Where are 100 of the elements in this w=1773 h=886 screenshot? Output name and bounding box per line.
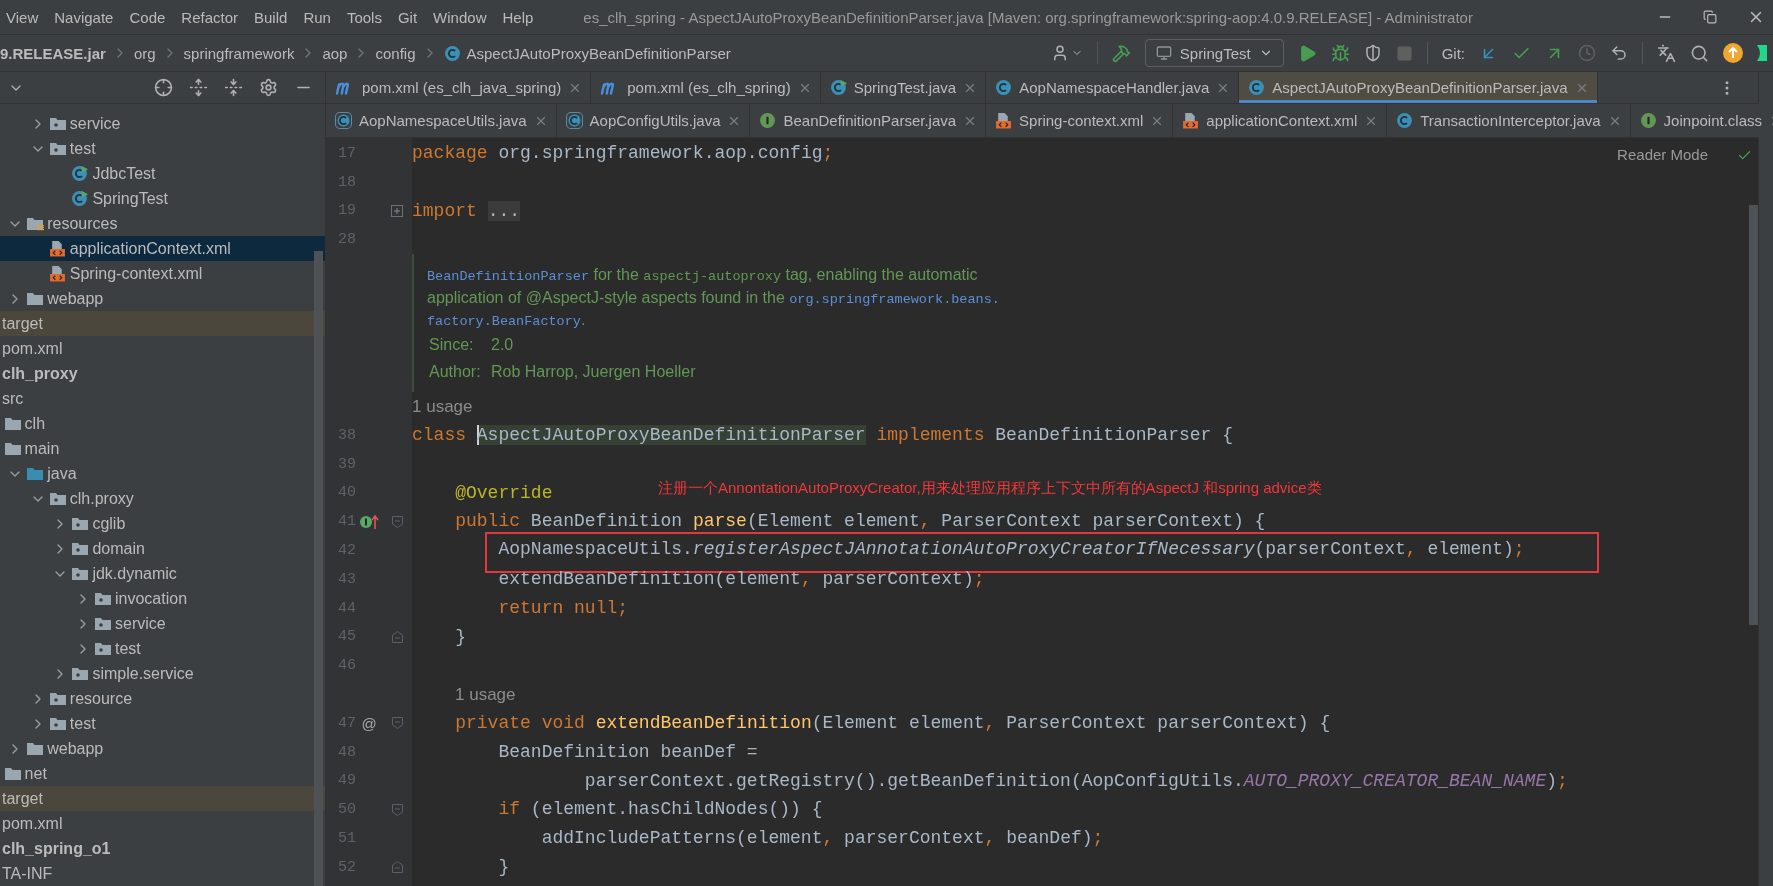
fold-icon[interactable] xyxy=(391,515,403,528)
tree-item[interactable]: test xyxy=(0,136,325,161)
package-icon xyxy=(94,641,112,656)
package-icon xyxy=(48,116,67,131)
tree-item[interactable]: net xyxy=(0,761,325,786)
menu-item[interactable]: Window xyxy=(425,8,495,26)
tree-item[interactable]: clh_spring_o1 xyxy=(0,836,325,861)
menu-item[interactable]: Refactor xyxy=(173,8,246,26)
update-icon[interactable] xyxy=(1723,43,1743,63)
folder-icon xyxy=(3,416,22,431)
folder-icon xyxy=(26,216,45,231)
tree-item[interactable]: pom.xml xyxy=(0,811,325,836)
shield-icon[interactable] xyxy=(1363,44,1382,62)
tree-item[interactable]: service xyxy=(0,611,325,636)
code-line: private void extendBeanDefinition(Element element, ParserContext parserContext) { xyxy=(455,712,1331,733)
tree-label: invocation xyxy=(115,589,188,608)
tree-item[interactable]: test xyxy=(0,711,325,736)
tree-item[interactable]: simple.service xyxy=(0,661,325,686)
package-icon xyxy=(71,566,90,581)
menu-item[interactable]: Tools xyxy=(338,8,390,26)
code-line: import ... xyxy=(412,200,521,221)
tree-item[interactable]: clh_proxy xyxy=(0,361,325,386)
tree-item[interactable]: target xyxy=(0,786,325,811)
package-icon xyxy=(48,491,67,506)
annotation-note: 注册一个AnnontationAutoProxyCreator,用来处理应用程序上下文中所有的AspectJ 和spring advice类 xyxy=(658,478,1322,498)
undo-icon[interactable] xyxy=(1610,44,1628,62)
usage-hint[interactable]: 1 usage xyxy=(412,396,473,417)
expand-all-icon[interactable] xyxy=(189,78,208,97)
breadcrumb-item[interactable]: config xyxy=(375,44,416,62)
tree-item[interactable]: JdbcTest xyxy=(0,161,325,186)
breadcrumb-item[interactable]: org xyxy=(133,44,156,62)
tree-label: test xyxy=(69,714,96,733)
code-line: extendBeanDefinition(element, parserContext); xyxy=(498,568,985,589)
tree-item[interactable]: java xyxy=(0,461,325,486)
search-icon[interactable] xyxy=(1690,43,1709,63)
fold-icon[interactable] xyxy=(391,861,403,874)
tree-item[interactable]: Spring-context.xml xyxy=(0,261,325,286)
usage-hint[interactable]: 1 usage xyxy=(455,684,516,705)
breadcrumb-item[interactable]: springframework xyxy=(183,44,295,62)
menu-item[interactable]: Help xyxy=(494,8,542,26)
code-line: @Override xyxy=(455,482,553,503)
tree-item[interactable]: applicationContext.xml xyxy=(0,236,325,261)
run-configuration-dropdown[interactable]: SpringTest xyxy=(1144,39,1284,67)
breadcrumb-item[interactable]: 9.RELEASE.jar xyxy=(0,44,106,62)
tree-item[interactable]: main xyxy=(0,436,325,461)
breadcrumb-item[interactable]: AspectJAutoProxyBeanDefinitionParser xyxy=(466,44,731,62)
tree-label: service xyxy=(69,114,121,133)
class-icon xyxy=(1396,112,1414,129)
tree-item[interactable]: cglib xyxy=(0,511,325,536)
tree-label: clh.proxy xyxy=(69,489,134,508)
doc-text: BeanDefinitionParser for the aspectj-autoproxy tag, enabling the automatic xyxy=(427,265,979,287)
tree-item[interactable]: pom.xml xyxy=(0,336,325,361)
menu-item[interactable]: Build xyxy=(246,8,296,26)
package-icon xyxy=(71,516,90,531)
tree-item[interactable]: invocation xyxy=(0,586,325,611)
editor-tab[interactable]: AspectJAutoProxyBeanDefinitionParser.java xyxy=(1239,72,1598,103)
overrides-icon[interactable] xyxy=(359,513,379,530)
reader-mode-button[interactable]: Reader Mode xyxy=(1617,146,1708,163)
class-icon xyxy=(335,112,352,129)
tree-item[interactable]: webapp xyxy=(0,286,325,311)
bug-icon[interactable] xyxy=(1330,43,1350,63)
package-icon xyxy=(48,691,67,706)
menu-item[interactable]: View xyxy=(0,8,47,26)
menu-item[interactable]: Git xyxy=(389,8,426,26)
collapse-all-icon[interactable] xyxy=(224,78,243,97)
tree-item[interactable]: SpringTest xyxy=(0,186,325,211)
doc-text: factory.BeanFactory. xyxy=(427,310,587,332)
translate-icon[interactable] xyxy=(1657,43,1676,63)
tree-label: java xyxy=(47,464,77,483)
tree-item[interactable]: test xyxy=(0,636,325,661)
tree-item[interactable]: service xyxy=(0,111,325,136)
settings-icon[interactable] xyxy=(259,78,278,97)
tree-item[interactable]: clh xyxy=(0,411,325,436)
tree-item[interactable]: target xyxy=(0,311,325,336)
scrollbar-thumb[interactable] xyxy=(1749,205,1758,625)
tree-item[interactable]: clh.proxy xyxy=(0,486,325,511)
package-icon xyxy=(48,141,67,156)
fold-icon[interactable] xyxy=(391,803,403,816)
fold-icon[interactable] xyxy=(391,630,403,643)
tree-label: cglib xyxy=(92,514,126,533)
menu-item[interactable]: Code xyxy=(121,8,174,26)
tree-item[interactable]: resource xyxy=(0,686,325,711)
git-label: Git: xyxy=(1441,44,1465,62)
scrollbar-thumb[interactable] xyxy=(314,251,323,886)
tree-item[interactable]: jdk.dynamic xyxy=(0,561,325,586)
tree-item[interactable]: TA-INF xyxy=(0,861,325,886)
tree-item[interactable]: src xyxy=(0,386,325,411)
tree-item[interactable]: domain xyxy=(0,536,325,561)
hammer-icon[interactable] xyxy=(1111,43,1131,63)
restore-icon[interactable] xyxy=(1703,10,1717,24)
tree-item[interactable]: resources xyxy=(0,211,325,236)
tree-item[interactable]: webapp xyxy=(0,736,325,761)
expand-icon[interactable] xyxy=(391,205,403,217)
breadcrumb-item[interactable]: aop xyxy=(322,44,348,62)
locate-icon[interactable] xyxy=(154,78,173,97)
menu-item[interactable]: Run xyxy=(295,8,339,26)
tree-label: clh_spring_o1 xyxy=(2,839,111,858)
fold-icon[interactable] xyxy=(391,717,403,730)
menu-item[interactable]: Navigate xyxy=(46,8,122,26)
gutter-marker[interactable]: @ xyxy=(361,714,377,732)
